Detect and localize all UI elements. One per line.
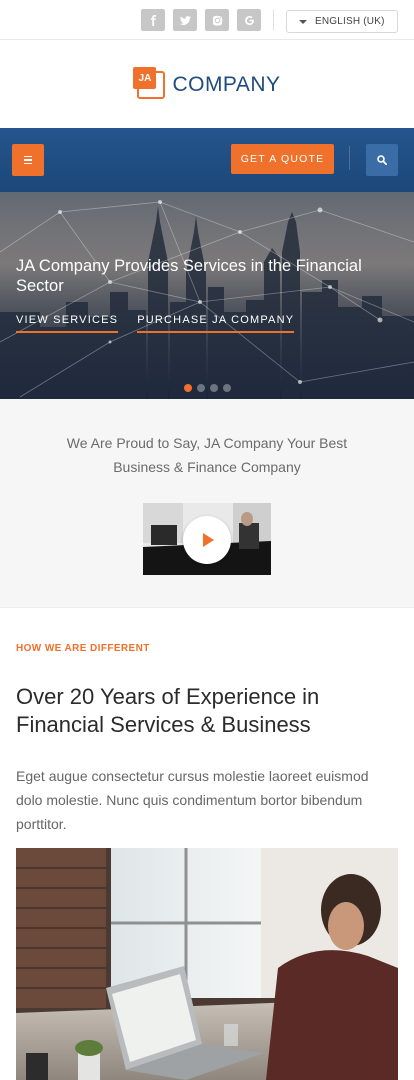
section-paragraph: Eget augue consectetur cursus molestie l… [16, 768, 369, 832]
hero-links: VIEW SERVICES PURCHASE JA COMPANY [16, 314, 295, 333]
search-icon [377, 155, 387, 165]
hero-slider: JA Company Provides Services in the Fina… [0, 192, 414, 399]
social-links [141, 9, 261, 31]
topbar-divider [273, 10, 274, 30]
purchase-ja-company-link[interactable]: PURCHASE JA COMPANY [137, 314, 295, 333]
menu-button[interactable] [12, 144, 44, 176]
language-label: ENGLISH (UK) [315, 16, 385, 27]
section-kicker: HOW WE ARE DIFFERENT [16, 643, 150, 654]
man-with-laptop-image [16, 848, 398, 1080]
logo-name: COMPANY [172, 73, 281, 96]
logo-mark: JA [133, 67, 166, 99]
section-heading: Over 20 Years of Experience in Financial… [16, 684, 320, 737]
twitter-icon[interactable] [173, 9, 197, 31]
slider-dot[interactable] [197, 384, 205, 392]
search-button[interactable] [366, 144, 398, 176]
language-selector[interactable]: ENGLISH (UK) [286, 10, 398, 33]
logo-mark-text: JA [133, 67, 157, 89]
play-button[interactable] [183, 516, 231, 564]
play-icon [203, 533, 214, 547]
slider-dots [184, 384, 231, 392]
slider-dot[interactable] [210, 384, 218, 392]
view-services-link[interactable]: VIEW SERVICES [16, 314, 119, 333]
intro-section: We Are Proud to Say, JA Company Your Bes… [0, 399, 414, 608]
slider-dot[interactable] [184, 384, 192, 392]
main-navbar: GET A QUOTE [0, 128, 414, 192]
hamburger-icon [24, 155, 32, 165]
slider-dot[interactable] [223, 384, 231, 392]
navbar-divider [349, 146, 350, 170]
logo[interactable]: JA COMPANY [0, 40, 414, 128]
instagram-icon[interactable] [205, 9, 229, 31]
facebook-icon[interactable] [141, 9, 165, 31]
hero-title: JA Company Provides Services in the Fina… [16, 257, 362, 295]
get-a-quote-button[interactable]: GET A QUOTE [231, 144, 334, 174]
office-photo [16, 848, 398, 1080]
google-icon[interactable] [237, 9, 261, 31]
video-thumbnail[interactable] [143, 503, 271, 575]
intro-text: We Are Proud to Say, JA Company Your Bes… [66, 435, 348, 475]
top-bar: ENGLISH (UK) [0, 0, 414, 40]
caret-down-icon [299, 19, 307, 24]
